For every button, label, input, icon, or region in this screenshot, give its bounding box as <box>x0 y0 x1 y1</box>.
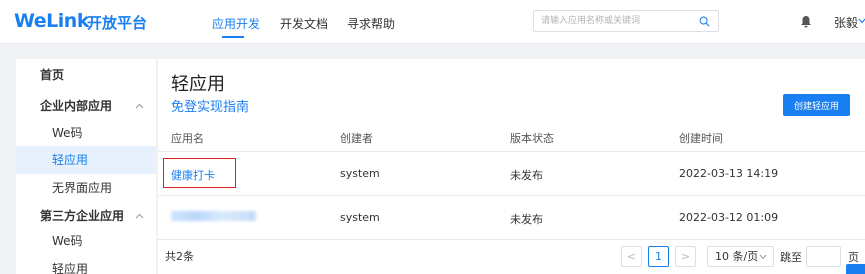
app-name-link[interactable]: 健康打卡 <box>171 167 215 183</box>
pagination: 共2条 < 1 > 10 条/页 跳至 页 <box>158 240 865 274</box>
page-size-value: 10 条/页 <box>715 250 759 263</box>
platform-title[interactable]: 开放平台 <box>87 12 147 33</box>
search-input[interactable] <box>541 13 691 29</box>
bell-icon[interactable] <box>800 15 812 28</box>
status-cell: 未发布 <box>510 169 543 182</box>
page-title: 轻应用 <box>171 74 225 95</box>
username[interactable]: 张毅 <box>834 14 858 31</box>
sidebar: 首页 企业内部应用 We码 轻应用 无界面应用 第三方企业应用 We码 轻应用 <box>16 59 156 274</box>
jump-page-input[interactable] <box>806 246 841 267</box>
table-header: 应用名 创建者 版本状态 创建时间 <box>158 122 865 152</box>
page-unit-label: 页 <box>848 251 859 264</box>
page-size-select[interactable]: 10 条/页 <box>707 246 774 267</box>
table-row: system 未发布 2022-03-12 01:09 <box>158 196 865 240</box>
creator-cell: system <box>340 211 380 224</box>
total-count: 共2条 <box>165 250 194 263</box>
column-header-creator: 创建者 <box>340 132 373 145</box>
jump-label: 跳至 <box>780 251 802 264</box>
chevron-down-icon[interactable] <box>858 18 865 24</box>
search-icon[interactable] <box>699 16 710 27</box>
sidebar-item-internal-headless-app[interactable]: 无界面应用 <box>16 174 156 202</box>
sidebar-group-label: 第三方企业应用 <box>40 209 125 223</box>
top-header: WeLink 开放平台 应用开发 开发文档 寻求帮助 张毅 <box>0 0 865 44</box>
welink-logo[interactable]: WeLink <box>14 10 89 32</box>
main-panel: 轻应用 免登实现指南 创建轻应用 应用名 创建者 版本状态 创建时间 健康打卡 … <box>158 59 865 274</box>
created-time-cell: 2022-03-12 01:09 <box>679 211 779 224</box>
nav-app-development[interactable]: 应用开发 <box>212 15 260 32</box>
column-header-created: 创建时间 <box>679 132 723 145</box>
sidebar-item-third-party-light-app[interactable]: 轻应用 <box>16 255 156 274</box>
floating-action-corner[interactable] <box>846 264 865 274</box>
sidebar-item-third-party-wecode[interactable]: We码 <box>16 227 156 255</box>
nav-help[interactable]: 寻求帮助 <box>347 15 395 32</box>
nav-active-indicator <box>222 36 244 38</box>
sidebar-item-internal-light-app[interactable]: 轻应用 <box>16 146 156 174</box>
next-page-button[interactable]: > <box>675 246 696 267</box>
search-box <box>533 10 719 32</box>
app-name-link-redacted[interactable] <box>171 211 256 221</box>
chevron-up-icon <box>135 103 144 109</box>
prev-page-button[interactable]: < <box>621 246 642 267</box>
column-header-name: 应用名 <box>171 132 204 145</box>
sidebar-group-internal[interactable]: 企业内部应用 <box>16 92 156 120</box>
chevron-down-icon <box>759 254 767 260</box>
nav-dev-docs[interactable]: 开发文档 <box>280 15 328 32</box>
sso-guide-link[interactable]: 免登实现指南 <box>171 96 249 115</box>
chevron-up-icon <box>135 213 144 219</box>
table-row: 健康打卡 system 未发布 2022-03-13 14:19 <box>158 152 865 196</box>
sidebar-group-label: 企业内部应用 <box>40 99 113 113</box>
sidebar-group-third-party[interactable]: 第三方企业应用 <box>16 202 156 230</box>
created-time-cell: 2022-03-13 14:19 <box>679 167 779 180</box>
column-header-status: 版本状态 <box>510 132 554 145</box>
page-1-button[interactable]: 1 <box>648 246 669 267</box>
status-cell: 未发布 <box>510 213 543 226</box>
create-light-app-button[interactable]: 创建轻应用 <box>783 94 850 116</box>
sidebar-item-home[interactable]: 首页 <box>16 61 156 89</box>
sidebar-item-internal-wecode[interactable]: We码 <box>16 119 156 147</box>
creator-cell: system <box>340 167 380 180</box>
